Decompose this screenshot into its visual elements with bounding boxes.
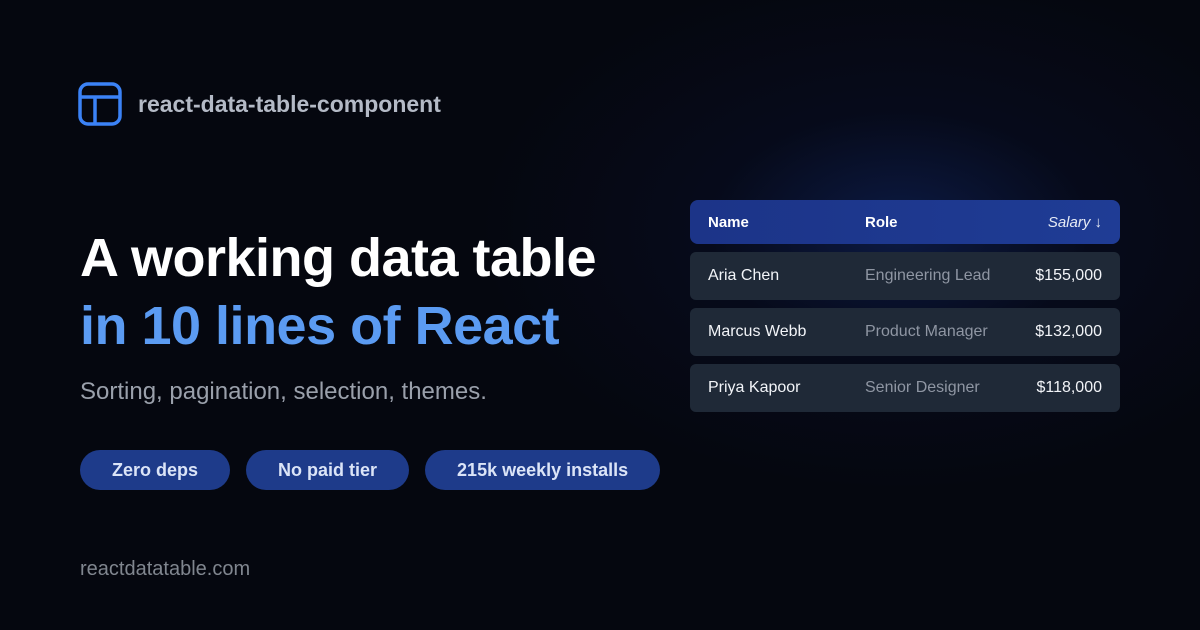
cell-role: Engineering Lead — [865, 267, 991, 284]
pill-no-paid-tier: No paid tier — [246, 450, 410, 490]
subtitle: Sorting, pagination, selection, themes. — [80, 378, 487, 405]
cell-salary: $118,000 — [1036, 379, 1102, 396]
cell-name: Aria Chen — [708, 267, 780, 284]
cell-salary: $155,000 — [1035, 267, 1102, 284]
headline-line-2: in 10 lines of React — [80, 296, 560, 356]
cell-name: Priya Kapoor — [708, 379, 801, 396]
data-table: Name Role Salary ↓ Aria Chen Engineering… — [690, 200, 1120, 412]
pill-weekly-installs: 215k weekly installs — [425, 450, 661, 490]
footer-url: reactdatatable.com — [80, 558, 251, 580]
pill-zero-deps: Zero deps — [80, 450, 231, 490]
cell-role: Senior Designer — [865, 379, 980, 396]
cell-name: Marcus Webb — [708, 323, 807, 340]
column-header-salary[interactable]: Salary ↓ — [1048, 214, 1102, 231]
table-layout-icon — [78, 82, 122, 126]
table-header: Name Role Salary ↓ — [690, 200, 1120, 244]
brand: react-data-table-component — [78, 82, 441, 126]
feature-pills: Zero deps No paid tier 215k weekly insta… — [80, 450, 661, 490]
cell-salary: $132,000 — [1035, 323, 1102, 340]
cell-role: Product Manager — [865, 323, 988, 340]
headline-line-1: A working data table — [80, 228, 597, 288]
table-row[interactable]: Priya Kapoor Senior Designer $118,000 — [690, 364, 1120, 412]
column-header-name[interactable]: Name — [708, 214, 865, 231]
social-card: react-data-table-component A working dat… — [0, 0, 1200, 630]
table-row[interactable]: Aria Chen Engineering Lead $155,000 — [690, 252, 1120, 300]
table-row[interactable]: Marcus Webb Product Manager $132,000 — [690, 308, 1120, 356]
headline: A working data table in 10 lines of Reac… — [80, 224, 597, 360]
brand-name: react-data-table-component — [138, 90, 441, 117]
column-header-role[interactable]: Role — [865, 214, 1048, 231]
